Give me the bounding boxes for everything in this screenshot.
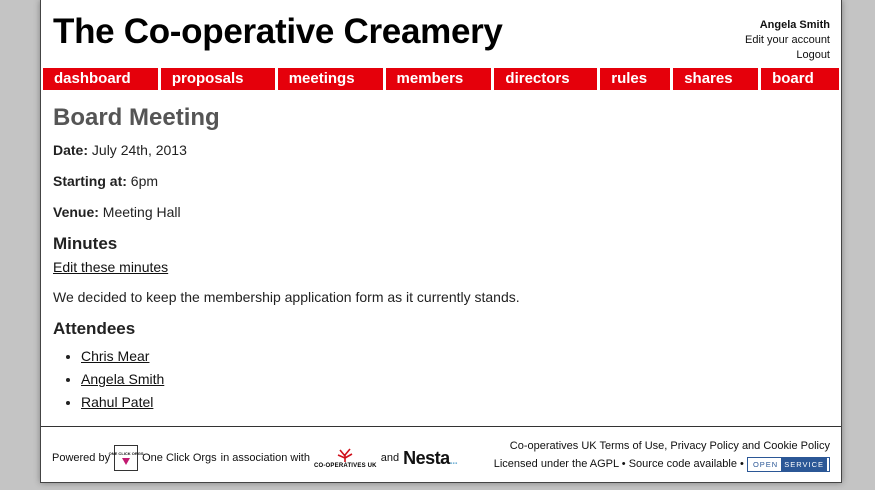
open-service-badge-a: OPEN bbox=[749, 457, 782, 471]
and-text: and bbox=[380, 452, 400, 464]
and-word: and bbox=[741, 440, 761, 452]
start-value: 6pm bbox=[130, 173, 159, 189]
page-title: Board Meeting bbox=[53, 104, 220, 131]
nesta-dots-icon: ... bbox=[449, 454, 458, 467]
meeting-venue: Venue: Meeting Hall bbox=[53, 204, 181, 220]
oco-logo-text: ONE CLICK ORGS bbox=[108, 451, 144, 456]
page-container: The Co-operative Creamery Angela Smith E… bbox=[40, 0, 842, 483]
coop-sprout-icon bbox=[338, 448, 353, 462]
one-click-orgs-link[interactable]: One Click Orgs bbox=[142, 452, 217, 464]
nav-board[interactable]: board bbox=[761, 68, 839, 90]
coop-logo-text: CO-OPERATIVES UK bbox=[313, 463, 377, 469]
legal-prefix: Co-operatives UK bbox=[509, 440, 597, 452]
nesta-logo[interactable]: Nesta... bbox=[403, 447, 458, 469]
source-code-link[interactable]: Source code available bbox=[629, 458, 737, 470]
open-service-badge[interactable]: OPEN SERVICE bbox=[746, 456, 830, 472]
bullet-separator: • bbox=[740, 458, 744, 470]
nav-rules[interactable]: rules bbox=[600, 68, 671, 90]
attendees-heading: Attendees bbox=[53, 319, 136, 338]
nav-shares[interactable]: shares bbox=[673, 68, 759, 90]
powered-by-label: Powered by bbox=[52, 452, 111, 464]
attendee-link[interactable]: Rahul Patel bbox=[81, 394, 153, 410]
meeting-date: Date: July 24th, 2013 bbox=[53, 142, 187, 158]
agpl-link[interactable]: Licensed under the AGPL bbox=[494, 458, 619, 470]
edit-account-link[interactable]: Edit your account bbox=[745, 34, 830, 46]
venue-value: Meeting Hall bbox=[102, 204, 181, 220]
attendees-list: Chris Mear Angela Smith Rahul Patel bbox=[53, 345, 164, 414]
terms-link[interactable]: Terms of Use bbox=[599, 440, 664, 452]
open-service-badge-b: SERVICE bbox=[781, 457, 827, 471]
list-item: Chris Mear bbox=[81, 345, 164, 368]
minutes-text: We decided to keep the membership applic… bbox=[53, 289, 520, 305]
account-panel: Angela Smith Edit your account Logout bbox=[745, 18, 830, 63]
date-value: July 24th, 2013 bbox=[91, 142, 187, 158]
meeting-start: Starting at: 6pm bbox=[53, 173, 158, 189]
minutes-heading: Minutes bbox=[53, 234, 118, 253]
association-text: in association with bbox=[220, 452, 310, 464]
main-nav: dashboard proposals meetings members dir… bbox=[43, 68, 839, 90]
one-click-orgs-logo[interactable]: ONE CLICK ORGS bbox=[109, 445, 144, 471]
nav-directors[interactable]: directors bbox=[494, 68, 598, 90]
list-item: Rahul Patel bbox=[81, 391, 164, 414]
nav-meetings[interactable]: meetings bbox=[277, 68, 383, 90]
legal-links: Co-operatives UK Terms of Use, Privacy P… bbox=[493, 440, 830, 472]
cursor-icon bbox=[122, 458, 131, 465]
privacy-link[interactable]: Privacy Policy bbox=[670, 440, 738, 452]
footer: Powered by ONE CLICK ORGS One Click Orgs… bbox=[41, 426, 841, 483]
powered-by: Powered by ONE CLICK ORGS One Click Orgs… bbox=[52, 445, 458, 471]
user-name: Angela Smith bbox=[759, 19, 830, 31]
logout-link[interactable]: Logout bbox=[796, 49, 830, 61]
co-operatives-uk-logo[interactable]: CO-OPERATIVES UK bbox=[314, 447, 377, 469]
list-item: Angela Smith bbox=[81, 368, 164, 391]
nav-dashboard[interactable]: dashboard bbox=[43, 68, 158, 90]
attendee-link[interactable]: Angela Smith bbox=[81, 371, 164, 387]
attendee-link[interactable]: Chris Mear bbox=[81, 348, 149, 364]
edit-minutes-link[interactable]: Edit these minutes bbox=[53, 259, 168, 275]
start-label: Starting at: bbox=[53, 173, 127, 189]
bullet-separator: • bbox=[621, 458, 626, 470]
site-title[interactable]: The Co-operative Creamery bbox=[53, 12, 503, 52]
nav-proposals[interactable]: proposals bbox=[160, 68, 275, 90]
nesta-text: Nesta bbox=[403, 447, 450, 468]
main-content: Board Meeting Date: July 24th, 2013 Star… bbox=[53, 103, 829, 410]
cookie-link[interactable]: Cookie Policy bbox=[763, 440, 830, 452]
venue-label: Venue: bbox=[53, 204, 99, 220]
date-label: Date: bbox=[53, 142, 89, 158]
nav-members[interactable]: members bbox=[385, 68, 492, 90]
